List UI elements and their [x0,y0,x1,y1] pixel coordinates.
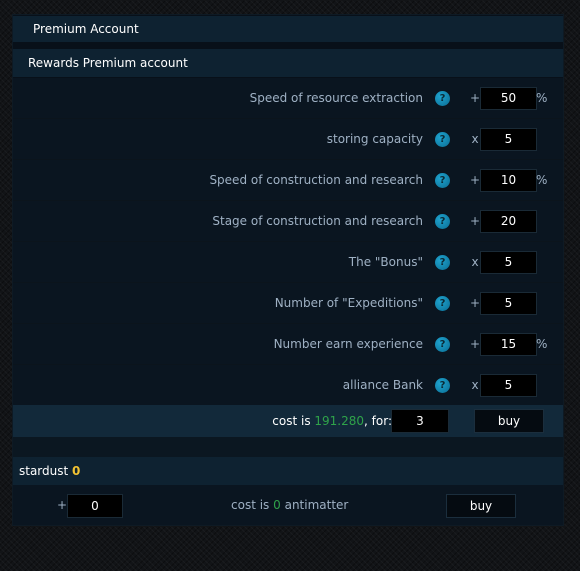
reward-row: The "Bonus"? x 5 [13,242,563,283]
reward-label: alliance Bank [342,378,423,392]
stardust-exchange-row: + 0 cost is 0 antimatter buy [13,485,563,525]
reward-unit: % [536,91,548,105]
help-icon[interactable]: ? [435,378,450,393]
reward-row: Speed of construction and research? +10% [13,160,563,201]
reward-label: Stage of construction and research [212,214,423,228]
buy-stardust-button[interactable]: buy [446,494,516,518]
purchase-row: cost is 191.280, for: 3 buy [13,405,563,437]
section-gap [13,437,563,457]
purchase-cost-text: cost is 191.280, for: [272,414,392,428]
reward-label: Speed of resource extraction [249,91,423,105]
help-icon[interactable]: ? [435,132,450,147]
help-icon[interactable]: ? [435,91,450,106]
rewards-list: Speed of resource extraction? +50% storing… [13,78,563,406]
stardust-header: stardust 0 [13,457,563,485]
reward-label: storing capacity [326,132,423,146]
reward-value: 10 [480,169,537,192]
reward-row: Stage of construction and research? +20 [13,201,563,242]
reward-value: 5 [480,251,537,274]
antimatter-cost-value: 0 [273,498,281,512]
help-icon[interactable]: ? [435,255,450,270]
reward-value: 5 [480,374,537,397]
stardust-amount-input[interactable]: 0 [67,494,123,518]
reward-value: 50 [480,87,537,110]
reward-value: 20 [480,210,537,233]
days-input[interactable]: 3 [391,409,449,433]
reward-value: 5 [480,128,537,151]
reward-row: Speed of resource extraction? +50% [13,78,563,119]
reward-value: 15 [480,333,537,356]
reward-unit: % [536,173,548,187]
reward-row: Number earn experience? +15% [13,324,563,365]
reward-unit: % [536,337,548,351]
plus-sign: + [57,498,68,512]
help-icon[interactable]: ? [435,296,450,311]
reward-label: Speed of construction and research [209,173,423,187]
help-icon[interactable]: ? [435,214,450,229]
stardust-label: stardust [19,464,69,478]
stardust-amount: 0 [72,464,81,478]
reward-row: alliance Bank? x 5 [13,365,563,406]
help-icon[interactable]: ? [435,337,450,352]
purchase-cost-value: 191.280 [314,414,365,428]
reward-label: Number of "Expeditions" [274,296,423,310]
reward-label: The "Bonus" [348,255,423,269]
reward-row: storing capacity? x 5 [13,119,563,160]
rewards-subtitle: Rewards Premium account [13,49,563,77]
buy-premium-button[interactable]: buy [474,409,544,433]
panel-title: Premium Account [13,16,563,42]
help-icon[interactable]: ? [435,173,450,188]
reward-row: Number of "Expeditions"? +5 [13,283,563,324]
reward-value: 5 [480,292,537,315]
premium-panel: Premium Account Rewards Premium account … [12,14,564,526]
reward-label: Number earn experience [273,337,423,351]
antimatter-cost-text: cost is 0 antimatter [231,498,349,512]
